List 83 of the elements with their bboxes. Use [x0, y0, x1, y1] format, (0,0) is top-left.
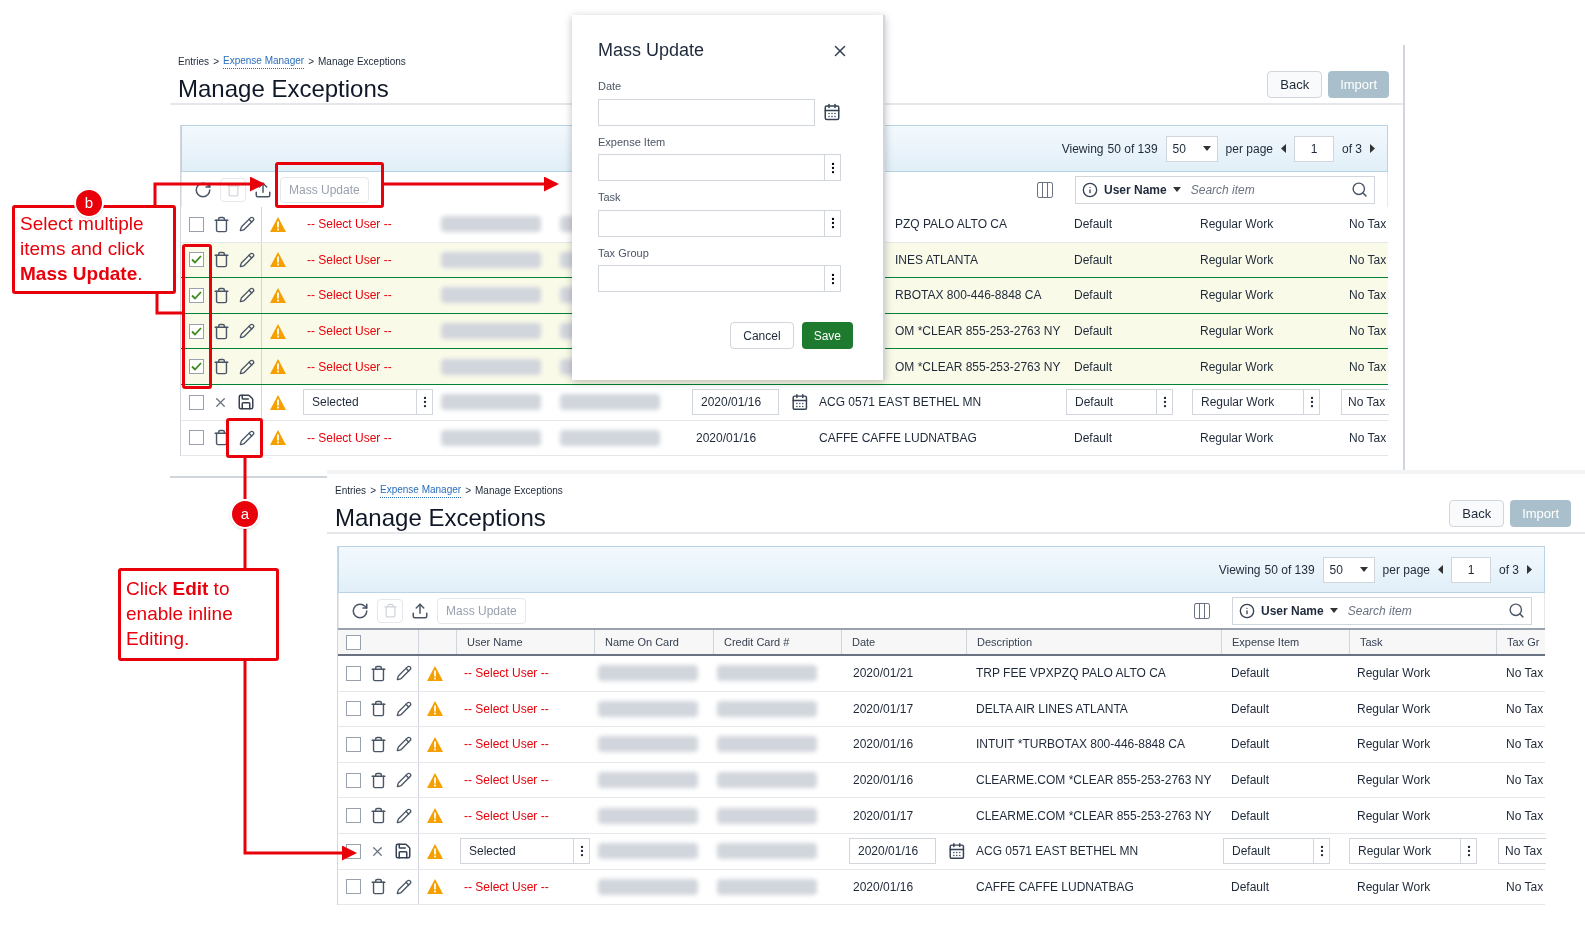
table-cell-text: Regular Work	[1356, 879, 1431, 894]
breadcrumb-item: Entries	[178, 54, 210, 69]
table-cell-text: Default	[1230, 808, 1270, 823]
table-cell-text: 2020/01/16	[852, 878, 914, 896]
table-cell-text: Default	[1230, 666, 1270, 681]
field-label: Task	[598, 190, 622, 205]
table-cell-text: Default	[1073, 252, 1113, 267]
page-count: of 3	[1342, 140, 1362, 158]
table-cell-text: Regular Work	[1199, 359, 1274, 374]
field-label: Expense Item	[598, 134, 667, 150]
table-cell: DELTA AIR LINES ATLANTA	[976, 701, 1128, 716]
table-cell-text: No Tax	[1348, 324, 1387, 339]
table-cell: RBOTAX 800-446-8848 CA	[895, 288, 1042, 303]
table-cell-text: Default	[1230, 737, 1270, 752]
table-cell: INTUIT *TURBOTAX 800-446-8848 CA	[976, 737, 1185, 752]
breadcrumb-item: Entries	[335, 483, 367, 498]
field-label: Date	[598, 79, 623, 94]
table-cell-text: Regular Work	[1356, 737, 1431, 752]
table-cell: ACG 0571 EAST BETHEL MN	[819, 395, 982, 410]
table-cell-text: Regular Work	[1356, 773, 1431, 788]
breadcrumb-separator: >	[465, 483, 471, 498]
table-cell-text: No Tax	[1505, 879, 1544, 894]
table-cell-text: Regular Work	[1199, 430, 1274, 445]
table-cell: OM *CLEAR 855-253-2763 NY	[895, 324, 1061, 339]
page-count: of 3	[1499, 561, 1519, 579]
table-cell-text: Regular Work	[1356, 701, 1431, 716]
table-cell-text: 2020/01/16	[852, 772, 914, 790]
table-cell-text: Default	[1073, 430, 1113, 445]
table-cell-text: No Tax	[1348, 217, 1387, 232]
viewing-label: Viewing	[1061, 140, 1104, 158]
table-cell-text: 2020/01/21	[852, 665, 914, 683]
table-cell-text: Default	[1230, 701, 1270, 716]
breadcrumb-item: Manage Exceptions	[475, 483, 563, 498]
table-cell-text: No Tax	[1505, 701, 1544, 716]
table-cell: CAFFE CAFFE LUDNATBAG	[976, 879, 1134, 894]
breadcrumb-separator: >	[370, 483, 376, 498]
table-cell: INES ATLANTA	[895, 252, 978, 267]
breadcrumb-separator: >	[308, 54, 314, 69]
table-cell-text: Regular Work	[1199, 324, 1274, 339]
table-cell-text: No Tax	[1505, 808, 1544, 823]
table-cell-text: Default	[1073, 217, 1113, 232]
breadcrumb-separator: >	[213, 54, 219, 69]
table-cell-text: Regular Work	[1356, 666, 1431, 681]
table-cell-text: No Tax	[1505, 666, 1544, 681]
viewing-label: Viewing	[1218, 561, 1261, 579]
table-cell-text: Regular Work	[1356, 808, 1431, 823]
per-page-label: per page	[1382, 561, 1430, 579]
table-cell-text: No Tax	[1348, 252, 1387, 267]
table-cell: CLEARME.COM *CLEAR 855-253-2763 NY	[976, 808, 1212, 823]
table-cell-text: 2020/01/16	[852, 736, 914, 754]
table-cell-text: Default	[1230, 879, 1270, 894]
table-cell: ACG 0571 EAST BETHEL MN	[976, 844, 1139, 859]
viewing-count: 50 of 139	[1264, 561, 1315, 579]
table-cell-text: 2020/01/17	[852, 700, 914, 718]
table-cell: CAFFE CAFFE LUDNATBAG	[819, 430, 977, 445]
table-cell: OM *CLEAR 855-253-2763 NY	[895, 359, 1061, 374]
table-cell-text: No Tax	[1505, 737, 1544, 752]
breadcrumb-item: Manage Exceptions	[318, 54, 406, 69]
callout-marker: a	[230, 499, 260, 529]
table-cell-text: Regular Work	[1199, 217, 1274, 232]
table-cell-text: Regular Work	[1199, 252, 1274, 267]
per-page-label: per page	[1225, 140, 1273, 158]
table-cell-text: Default	[1073, 324, 1113, 339]
viewing-count: 50 of 139	[1107, 140, 1158, 158]
table-cell-text: Default	[1073, 288, 1113, 303]
page-title: Manage Exceptions	[335, 506, 547, 530]
table-cell-text: No Tax	[1348, 359, 1387, 374]
dialog-title: Mass Update	[598, 39, 705, 62]
table-cell-text: No Tax	[1348, 430, 1387, 445]
page-title: Manage Exceptions	[178, 77, 390, 101]
table-cell-text: Default	[1230, 773, 1270, 788]
table-cell: CLEARME.COM *CLEAR 855-253-2763 NY	[976, 773, 1212, 788]
table-cell-text: 2020/01/16	[695, 429, 757, 447]
table-cell-text: Regular Work	[1199, 288, 1274, 303]
table-cell-text: Default	[1073, 359, 1113, 374]
table-cell: PZQ PALO ALTO CA	[895, 217, 1008, 232]
table-cell-text: No Tax	[1348, 288, 1387, 303]
callout-marker: b	[74, 188, 104, 218]
table-cell-text: No Tax	[1505, 773, 1544, 788]
callout-text: Click Edit to enable inline Editing.	[126, 578, 233, 649]
table-cell: TRP FEE VPXPZQ PALO ALTO CA	[976, 666, 1166, 681]
table-cell-text: 2020/01/17	[852, 807, 914, 825]
field-label: Tax Group	[598, 245, 650, 261]
